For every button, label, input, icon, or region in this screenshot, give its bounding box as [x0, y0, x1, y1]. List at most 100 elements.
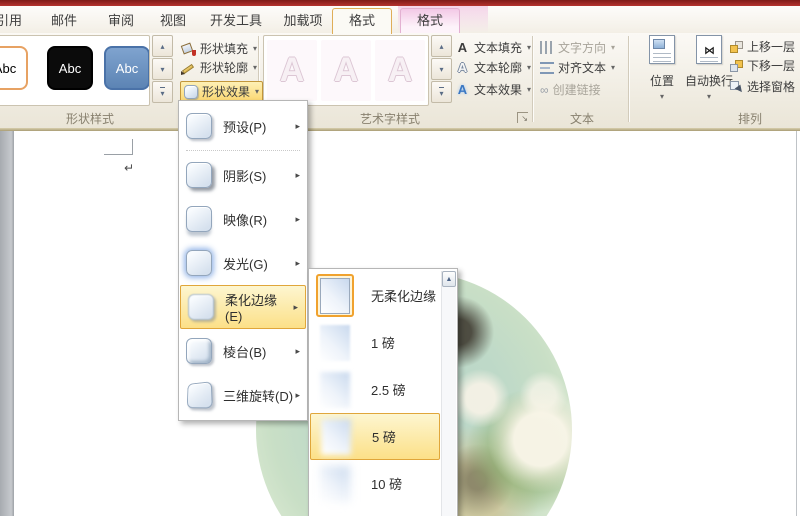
- soft-edge-10pt-icon: [316, 462, 354, 505]
- shape-style-thumb-blue[interactable]: Abc: [104, 46, 149, 90]
- soft-edges-submenu: ▲ 无柔化边缘 1 磅 2.5 磅 5 磅 10 磅: [308, 268, 458, 516]
- bring-forward-button[interactable]: 上移一层: [730, 37, 795, 56]
- group-label-arrange: 排列: [737, 112, 762, 126]
- chevron-down-icon: ▾: [253, 44, 258, 53]
- send-backward-button[interactable]: 下移一层: [730, 56, 795, 75]
- menu-item-3d-rotation[interactable]: 三维旋转(D) ▸: [179, 373, 307, 417]
- wordart-thumb[interactable]: A: [375, 40, 425, 101]
- submenu-item-5pt[interactable]: 5 磅: [310, 413, 440, 460]
- gallery-up-button[interactable]: ▴: [431, 35, 452, 57]
- ribbon: Abc Abc Abc ▴ ▾ ▾ 形状填充 ▾ 形状轮廓 ▾ 形状效果 ▾ 形…: [0, 33, 800, 128]
- menu-item-reflection[interactable]: 映像(R) ▸: [179, 197, 307, 241]
- create-link-button[interactable]: ∞ 创建链接: [540, 80, 601, 99]
- wordart-thumb[interactable]: A: [321, 40, 371, 101]
- submenu-item-2-5pt[interactable]: 2.5 磅: [309, 366, 457, 413]
- submenu-arrow-icon: ▸: [295, 169, 300, 180]
- menu-item-label: 三维旋转(D): [223, 388, 294, 404]
- submenu-item-1pt[interactable]: 1 磅: [309, 319, 457, 366]
- text-direction-icon: [540, 41, 554, 54]
- selection-pane-button[interactable]: 选择窗格: [730, 77, 795, 96]
- down-arrow-icon: ▾: [160, 64, 165, 74]
- menu-item-label: 柔化边缘(E): [225, 293, 278, 324]
- shape-effects-icon: [184, 84, 198, 99]
- text-fill-label: 文本填充: [474, 41, 523, 55]
- group-label-text: 文本: [569, 112, 594, 126]
- shape-style-thumb-outline[interactable]: Abc: [0, 46, 28, 90]
- glow-effect-icon: [186, 250, 212, 276]
- text-effects-button[interactable]: A 文本效果 ▾: [455, 80, 531, 99]
- wordart-thumb[interactable]: A: [267, 40, 317, 101]
- submenu-item-no-soft-edges[interactable]: 无柔化边缘: [309, 272, 457, 319]
- shape-style-gallery-spinner: ▴ ▾ ▾: [152, 35, 173, 104]
- tab-format-picture-tools[interactable]: 格式: [400, 8, 460, 33]
- chevron-down-icon: ▾: [527, 43, 532, 52]
- menu-item-soft-edges[interactable]: 柔化边缘(E) ▸: [180, 285, 306, 329]
- submenu-arrow-icon: ▸: [293, 301, 298, 312]
- page-right-edge: [796, 131, 797, 516]
- pencil-icon: [181, 61, 196, 75]
- group-separator: [628, 36, 630, 122]
- position-button[interactable]: 位置 ▾: [638, 35, 686, 101]
- menu-item-preset[interactable]: 预设(P) ▸: [179, 104, 307, 148]
- menu-item-glow[interactable]: 发光(G) ▸: [179, 241, 307, 285]
- shape-style-thumb-black[interactable]: Abc: [47, 46, 93, 90]
- submenu-item-label: 1 磅: [371, 336, 395, 351]
- up-arrow-icon: ▴: [439, 41, 444, 51]
- preset-effect-icon: [186, 113, 212, 139]
- bevel-effect-icon: [186, 338, 212, 364]
- wrap-text-icon: ⋈: [696, 35, 722, 64]
- 3d-rotation-effect-icon: [186, 381, 213, 409]
- wordart-dialog-launcher[interactable]: ↘: [517, 112, 528, 123]
- tab-addins[interactable]: 加载项: [272, 10, 334, 33]
- shadow-effect-icon: [186, 162, 212, 188]
- word-window: 引用 邮件 审阅 视图 开发工具 加载项 格式 格式 Abc Abc Abc ▴…: [0, 0, 800, 516]
- chevron-down-icon: ▾: [253, 63, 258, 72]
- gallery-more-button[interactable]: ▾: [431, 81, 452, 103]
- gallery-more-icon: ▾: [160, 86, 165, 98]
- menu-item-bevel[interactable]: 棱台(B) ▸: [179, 329, 307, 373]
- selection-pane-label: 选择窗格: [747, 80, 796, 94]
- text-outline-button[interactable]: A 文本轮廓 ▾: [455, 58, 531, 77]
- chevron-down-icon: ▾: [527, 63, 532, 72]
- text-fill-button[interactable]: A 文本填充 ▾: [455, 38, 531, 57]
- align-text-button[interactable]: 对齐文本 ▾: [540, 58, 615, 77]
- submenu-arrow-icon: ▸: [295, 389, 300, 400]
- wrap-text-label: 自动换行: [684, 74, 733, 88]
- wrap-text-button[interactable]: ⋈ 自动换行 ▾: [682, 35, 736, 101]
- align-text-label: 对齐文本: [558, 61, 607, 75]
- shape-outline-button[interactable]: 形状轮廓 ▾: [181, 58, 257, 77]
- text-fill-icon: A: [457, 40, 468, 55]
- gallery-down-button[interactable]: ▾: [431, 58, 452, 80]
- launcher-arrow-icon: ↘: [521, 114, 528, 123]
- soft-edge-1pt-icon: [316, 321, 354, 364]
- tab-mailings[interactable]: 邮件: [36, 10, 92, 33]
- submenu-item-10pt[interactable]: 10 磅: [309, 460, 457, 507]
- tab-view[interactable]: 视图: [146, 10, 200, 33]
- gallery-up-button[interactable]: ▴: [152, 35, 173, 57]
- tab-developer[interactable]: 开发工具: [198, 10, 274, 33]
- gallery-more-button[interactable]: ▾: [152, 81, 173, 103]
- text-outline-icon: A: [457, 60, 468, 75]
- chevron-down-icon: ▾: [255, 87, 260, 96]
- submenu-item-label: 2.5 磅: [371, 383, 406, 398]
- bring-forward-icon: [730, 40, 743, 53]
- align-text-icon: [540, 61, 554, 74]
- chevron-down-icon: ▾: [706, 92, 711, 101]
- soft-edges-effect-icon: [188, 294, 214, 320]
- shape-outline-label: 形状轮廓: [200, 61, 249, 75]
- shape-fill-button[interactable]: 形状填充 ▾: [180, 39, 258, 58]
- shape-effects-button[interactable]: 形状效果 ▾: [180, 81, 264, 102]
- up-arrow-icon: ▴: [160, 41, 165, 51]
- wordart-gallery: A A A: [263, 35, 429, 106]
- tab-references[interactable]: 引用: [0, 10, 34, 33]
- group-separator: [532, 36, 534, 122]
- tab-review[interactable]: 审阅: [94, 10, 148, 33]
- chevron-down-icon: ▾: [611, 63, 616, 72]
- menu-item-label: 映像(R): [223, 212, 268, 228]
- wordart-gallery-spinner: ▴ ▾ ▾: [431, 35, 452, 104]
- tab-format-drawing-tools[interactable]: 格式: [332, 8, 392, 34]
- gallery-down-button[interactable]: ▾: [152, 58, 173, 80]
- menu-item-label: 预设(P): [223, 119, 267, 135]
- menu-item-shadow[interactable]: 阴影(S) ▸: [179, 153, 307, 197]
- text-direction-button[interactable]: 文字方向 ▾: [540, 38, 615, 57]
